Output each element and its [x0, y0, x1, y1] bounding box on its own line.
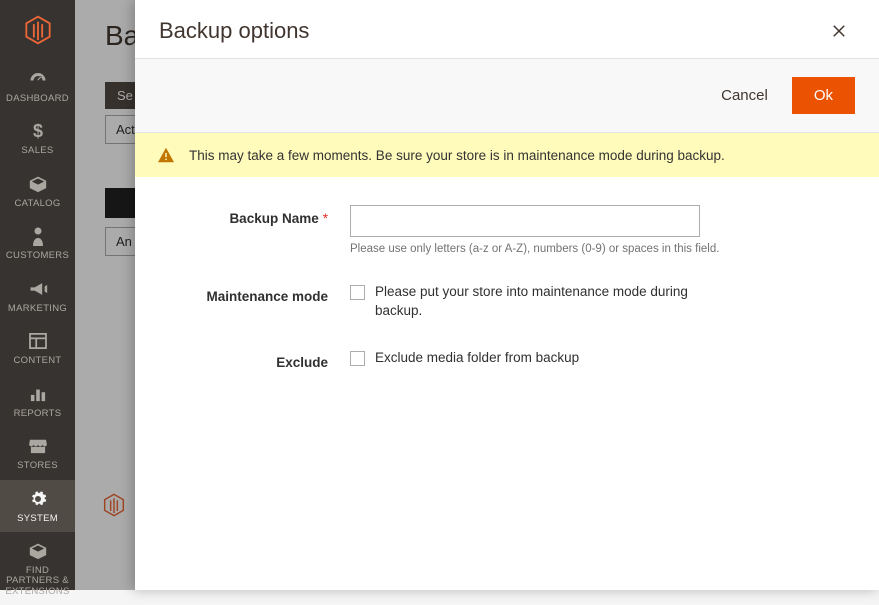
warning-banner: This may take a few moments. Be sure you… [135, 133, 879, 177]
nav-label: SALES [18, 146, 56, 156]
nav-label: STORES [14, 461, 61, 471]
nav-stores[interactable]: STORES [0, 427, 75, 479]
nav-label: CATALOG [11, 199, 63, 209]
dashboard-icon [28, 68, 48, 90]
nav-partners[interactable]: FIND PARTNERS & EXTENSIONS [0, 532, 75, 605]
row-backup-name: Backup Name* Please use only letters (a-… [175, 205, 839, 255]
warning-text: This may take a few moments. Be sure you… [189, 148, 725, 163]
bar-chart-icon [29, 383, 47, 405]
megaphone-icon [28, 278, 48, 300]
modal-title: Backup options [159, 18, 309, 44]
nav-customers[interactable]: CUSTOMERS [0, 217, 75, 269]
nav-label: SYSTEM [14, 514, 61, 524]
nav-dashboard[interactable]: DASHBOARD [0, 60, 75, 112]
close-icon [830, 22, 848, 40]
nav-sales[interactable]: $ SALES [0, 112, 75, 164]
nav-label: REPORTS [11, 409, 65, 419]
modal-header: Backup options [135, 0, 879, 58]
warning-icon [157, 147, 175, 163]
close-button[interactable] [829, 21, 849, 41]
exclude-checkbox[interactable] [350, 351, 365, 366]
nav-label: DASHBOARD [3, 94, 72, 104]
nav-marketing[interactable]: MARKETING [0, 270, 75, 322]
backup-options-modal: Backup options Cancel Ok This may take a… [135, 0, 879, 590]
magento-logo[interactable] [0, 0, 75, 60]
nav-catalog[interactable]: CATALOG [0, 165, 75, 217]
modal-toolbar: Cancel Ok [135, 58, 879, 133]
row-exclude: Exclude Exclude media folder from backup [175, 349, 839, 370]
row-maintenance: Maintenance mode Please put your store i… [175, 283, 839, 321]
required-star: * [323, 211, 328, 226]
cancel-button[interactable]: Cancel [715, 79, 774, 112]
person-icon [31, 225, 45, 247]
label-exclude: Exclude [175, 349, 350, 370]
nav-system[interactable]: SYSTEM [0, 480, 75, 532]
ok-button[interactable]: Ok [792, 77, 855, 114]
gear-icon [29, 488, 47, 510]
label-maintenance: Maintenance mode [175, 283, 350, 304]
store-icon [28, 435, 48, 457]
nav-label: CONTENT [10, 356, 64, 366]
nav-reports[interactable]: REPORTS [0, 375, 75, 427]
nav-content[interactable]: CONTENT [0, 322, 75, 374]
form-body: Backup Name* Please use only letters (a-… [135, 177, 879, 418]
nav-label: MARKETING [5, 304, 70, 314]
layout-icon [29, 330, 47, 352]
maintenance-checkbox-label: Please put your store into maintenance m… [375, 283, 695, 321]
dollar-icon: $ [31, 120, 45, 142]
svg-text:$: $ [32, 121, 42, 141]
label-backup-name: Backup Name* [175, 205, 350, 226]
backup-name-note: Please use only letters (a-z or A-Z), nu… [350, 243, 730, 255]
nav-label: CUSTOMERS [3, 251, 72, 261]
partners-icon [28, 540, 48, 562]
box-icon [28, 173, 48, 195]
admin-sidebar: DASHBOARD $ SALES CATALOG CUSTOMERS MARK… [0, 0, 75, 590]
backup-name-input[interactable] [350, 205, 700, 237]
exclude-checkbox-label: Exclude media folder from backup [375, 349, 579, 368]
nav-label: FIND PARTNERS & EXTENSIONS [0, 566, 75, 597]
maintenance-checkbox[interactable] [350, 285, 365, 300]
